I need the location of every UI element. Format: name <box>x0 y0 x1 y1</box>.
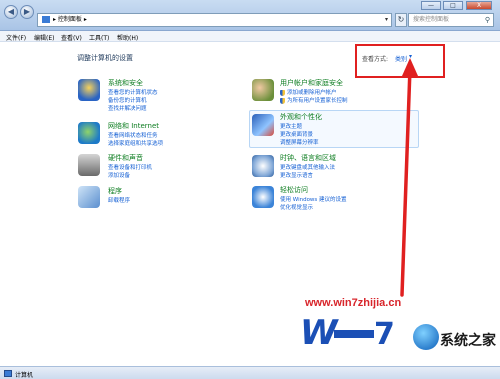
status-bar: 计算机 <box>0 366 500 379</box>
link-devices-printers[interactable]: 查看设备和打印机 <box>108 163 152 171</box>
link-add-remove-accounts[interactable]: 添加或删除用户帐户 <box>280 88 337 96</box>
search-placeholder: 搜索控制面板 <box>413 16 450 23</box>
view-by-dropdown[interactable]: 类别 <box>395 54 407 63</box>
forward-button[interactable]: ▶ <box>20 5 34 19</box>
link-display-language[interactable]: 更改显示语言 <box>280 171 313 179</box>
address-text: ▸ 控制面板 ▸ <box>53 16 87 23</box>
page-title: 调整计算机的设置 <box>77 54 133 62</box>
link-homegroup-sharing[interactable]: 选择家庭组和共享选项 <box>108 139 163 147</box>
search-icon[interactable]: ⚲ <box>485 14 490 26</box>
back-button[interactable]: ◀ <box>4 5 18 19</box>
view-by-label: 查看方式: <box>362 56 389 63</box>
search-input[interactable]: 搜索控制面板 ⚲ <box>408 13 494 27</box>
link-desktop-background[interactable]: 更改桌面背景 <box>280 130 313 138</box>
close-button[interactable]: X <box>466 1 492 10</box>
computer-icon <box>4 370 12 377</box>
link-recommended-settings[interactable]: 使用 Windows 建议的设置 <box>280 195 347 203</box>
maximize-button[interactable]: □ <box>443 1 463 10</box>
link-parental-controls[interactable]: 为所有用户设置家长控制 <box>280 96 348 104</box>
link-optimize-visual[interactable]: 优化视觉显示 <box>280 203 313 211</box>
minimize-button[interactable]: — <box>421 1 441 10</box>
status-text: 计算机 <box>15 372 34 379</box>
category-clock-language[interactable]: 时钟、语言和区域 <box>280 153 336 163</box>
menu-bar: 文件(F) 编辑(E) 查看(V) 工具(T) 帮助(H) <box>0 31 500 42</box>
category-system-security[interactable]: 系统和安全 <box>108 78 143 88</box>
link-add-device[interactable]: 添加设备 <box>108 171 130 179</box>
category-hover-highlight <box>249 110 419 148</box>
category-network-internet[interactable]: 网络和 Internet <box>108 121 159 131</box>
address-dropdown-icon[interactable]: ▾ <box>385 14 388 26</box>
link-network-status[interactable]: 查看网络状态和任务 <box>108 131 158 139</box>
monitor-paint-icon[interactable] <box>252 114 274 136</box>
link-view-computer-status[interactable]: 查看您的计算机状态 <box>108 88 158 96</box>
category-ease-of-access[interactable]: 轻松访问 <box>280 185 308 195</box>
menu-file[interactable]: 文件(F) <box>6 33 26 42</box>
category-user-accounts[interactable]: 用户帐户和家庭安全 <box>280 78 343 88</box>
accessibility-icon[interactable] <box>252 186 274 208</box>
menu-view[interactable]: 查看(V) <box>61 33 82 42</box>
watermark-brand: 系统之家 <box>440 333 496 349</box>
title-bar: ◀ ▶ ▸ 控制面板 ▸ ▾ ↻ 搜索控制面板 ⚲ — □ X <box>0 0 500 31</box>
link-screen-resolution[interactable]: 调整屏幕分辨率 <box>280 138 319 146</box>
link-uninstall-program[interactable]: 卸载程序 <box>108 196 130 204</box>
link-parental-controls-label: 为所有用户设置家长控制 <box>287 98 348 104</box>
watermark-url: www.win7zhijia.cn <box>305 297 402 309</box>
category-hardware-sound[interactable]: 硬件和声音 <box>108 153 143 163</box>
refresh-button[interactable]: ↻ <box>395 13 407 27</box>
logo-globe-icon <box>413 324 439 350</box>
menu-edit[interactable]: 编辑(E) <box>34 33 54 42</box>
clock-globe-icon[interactable] <box>252 155 274 177</box>
chevron-down-icon[interactable]: ▾ <box>409 53 412 60</box>
globe-network-icon[interactable] <box>78 122 100 144</box>
address-bar[interactable]: ▸ 控制面板 ▸ ▾ <box>37 13 392 27</box>
category-appearance[interactable]: 外观和个性化 <box>280 112 322 122</box>
link-troubleshoot[interactable]: 查找并解决问题 <box>108 104 147 112</box>
programs-icon[interactable] <box>78 186 100 208</box>
control-panel-icon <box>42 16 50 23</box>
printer-speaker-icon[interactable] <box>78 154 100 176</box>
svg-text:7: 7 <box>374 317 395 350</box>
users-icon[interactable] <box>252 79 274 101</box>
content-area: 调整计算机的设置 查看方式: 类别 ▾ 系统和安全 查看您的计算机状态 备份您的… <box>0 42 500 366</box>
link-backup-computer[interactable]: 备份您的计算机 <box>108 96 147 104</box>
link-keyboard-input[interactable]: 更改键盘或其他输入法 <box>280 163 335 171</box>
menu-help[interactable]: 帮助(H) <box>117 33 138 42</box>
svg-text:W: W <box>300 313 339 350</box>
uac-shield-icon <box>280 89 285 96</box>
uac-shield-icon <box>280 97 285 104</box>
menu-tools[interactable]: 工具(T) <box>89 33 109 42</box>
category-programs[interactable]: 程序 <box>108 186 122 196</box>
shield-flag-icon[interactable] <box>78 79 100 101</box>
link-change-theme[interactable]: 更改主题 <box>280 122 302 130</box>
win7-logo: W 7 <box>300 313 395 350</box>
